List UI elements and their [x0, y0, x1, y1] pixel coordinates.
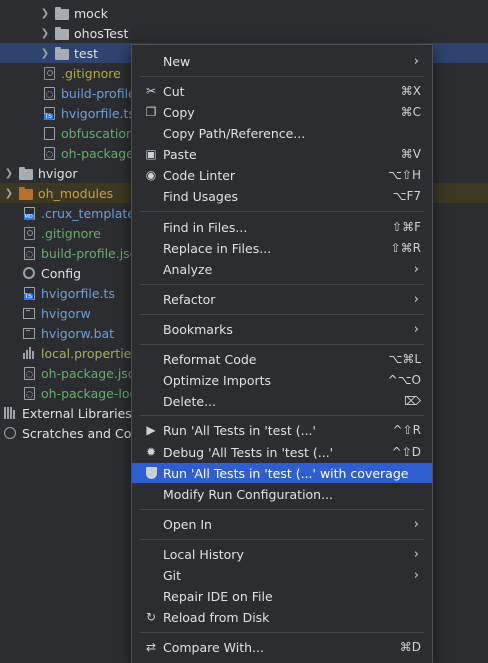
- chevron-right-icon: ›: [413, 321, 419, 337]
- menu-item-repair-ide[interactable]: Repair IDE on File: [132, 586, 432, 606]
- menu-item-code-linter[interactable]: ◉ Code Linter ⌥⇧H: [132, 165, 432, 185]
- menu-separator: [140, 76, 424, 77]
- menu-separator: [140, 211, 424, 212]
- scissors-icon: ✂: [145, 84, 157, 98]
- chevron-right-icon[interactable]: ❯: [39, 48, 51, 59]
- typescript-file-icon: [42, 106, 56, 120]
- menu-item-new[interactable]: New ›: [132, 51, 432, 71]
- scratches-icon: [3, 426, 17, 440]
- debug-icon: ✹: [145, 445, 157, 459]
- run-icon: ▶: [146, 423, 156, 437]
- menu-item-git[interactable]: Git ›: [132, 565, 432, 585]
- menu-separator: [140, 344, 424, 345]
- coverage-icon: [144, 466, 158, 480]
- clipboard-icon: ▣: [145, 147, 157, 161]
- file-icon: [42, 126, 56, 140]
- gitignore-file-icon: [42, 66, 56, 80]
- menu-item-reformat-code[interactable]: Reformat Code ⌥⌘L: [132, 349, 432, 369]
- menu-item-copy[interactable]: ❐ Copy ⌘C: [132, 102, 432, 122]
- settings-file-icon: [42, 86, 56, 100]
- menu-separator: [140, 632, 424, 633]
- menu-item-modify-run-config[interactable]: Modify Run Configuration...: [132, 484, 432, 504]
- menu-separator: [140, 284, 424, 285]
- reload-icon: ↻: [145, 610, 157, 624]
- context-menu: New › ✂ Cut ⌘X ❐ Copy ⌘C Copy Path/Refer…: [131, 44, 433, 663]
- config-icon: [22, 266, 36, 280]
- folder-icon: [55, 6, 69, 20]
- gitignore-file-icon: [22, 226, 36, 240]
- settings-file-icon: [42, 146, 56, 160]
- menu-item-paste[interactable]: ▣ Paste ⌘V: [132, 144, 432, 164]
- settings-file-icon: [22, 246, 36, 260]
- folder-icon: [19, 166, 33, 180]
- chevron-right-icon[interactable]: ❯: [39, 8, 51, 19]
- menu-item-replace-in-files[interactable]: Replace in Files... ⇧⌘R: [132, 238, 432, 258]
- properties-file-icon: [22, 346, 36, 360]
- copy-icon: ❐: [145, 105, 157, 119]
- library-icon: [3, 406, 17, 420]
- menu-item-refactor[interactable]: Refactor ›: [132, 289, 432, 309]
- menu-item-delete[interactable]: Delete... ⌦: [132, 391, 432, 411]
- menu-separator: [140, 509, 424, 510]
- chevron-right-icon: ›: [413, 567, 419, 583]
- folder-icon: [19, 186, 33, 200]
- tree-row-mock[interactable]: ❯ mock: [0, 3, 488, 23]
- menu-item-open-in[interactable]: Open In ›: [132, 514, 432, 534]
- menu-separator: [140, 314, 424, 315]
- menu-item-reload-from-disk[interactable]: ↻ Reload from Disk: [132, 607, 432, 627]
- menu-item-copy-path[interactable]: Copy Path/Reference...: [132, 123, 432, 143]
- chevron-right-icon: ›: [413, 53, 419, 69]
- linter-icon: ◉: [145, 168, 157, 182]
- terminal-file-icon: [22, 326, 36, 340]
- menu-item-debug-tests[interactable]: ✹ Debug 'All Tests in 'test (...' ^⇧D: [132, 442, 432, 462]
- menu-item-find-in-files[interactable]: Find in Files... ⇧⌘F: [132, 217, 432, 237]
- menu-separator: [140, 415, 424, 416]
- menu-item-bookmarks[interactable]: Bookmarks ›: [132, 319, 432, 339]
- folder-icon: [55, 46, 69, 60]
- chevron-right-icon[interactable]: ❯: [39, 28, 51, 39]
- chevron-right-icon: ›: [413, 291, 419, 307]
- chevron-right-icon[interactable]: ❯: [3, 168, 15, 179]
- terminal-file-icon: [22, 306, 36, 320]
- menu-item-find-usages[interactable]: Find Usages ⌥F7: [132, 186, 432, 206]
- menu-item-analyze[interactable]: Analyze ›: [132, 259, 432, 279]
- menu-item-cut[interactable]: ✂ Cut ⌘X: [132, 81, 432, 101]
- menu-item-run-tests[interactable]: ▶ Run 'All Tests in 'test (...' ^⇧R: [132, 420, 432, 440]
- menu-item-local-history[interactable]: Local History ›: [132, 544, 432, 564]
- menu-item-run-with-coverage[interactable]: Run 'All Tests in 'test (...' with cover…: [132, 463, 432, 483]
- markdown-file-icon: [22, 206, 36, 220]
- chevron-right-icon[interactable]: ❯: [3, 188, 15, 199]
- menu-item-optimize-imports[interactable]: Optimize Imports ^⌥O: [132, 370, 432, 390]
- folder-icon: [55, 26, 69, 40]
- compare-icon: ⇄: [145, 640, 157, 654]
- tree-row-ohostest[interactable]: ❯ ohosTest: [0, 23, 488, 43]
- menu-item-compare-with[interactable]: ⇄ Compare With... ⌘D: [132, 637, 432, 657]
- settings-file-icon: [22, 386, 36, 400]
- typescript-file-icon: [22, 286, 36, 300]
- menu-separator: [140, 539, 424, 540]
- chevron-right-icon: ›: [413, 546, 419, 562]
- chevron-right-icon: ›: [413, 261, 419, 277]
- settings-file-icon: [22, 366, 36, 380]
- chevron-right-icon: ›: [413, 516, 419, 532]
